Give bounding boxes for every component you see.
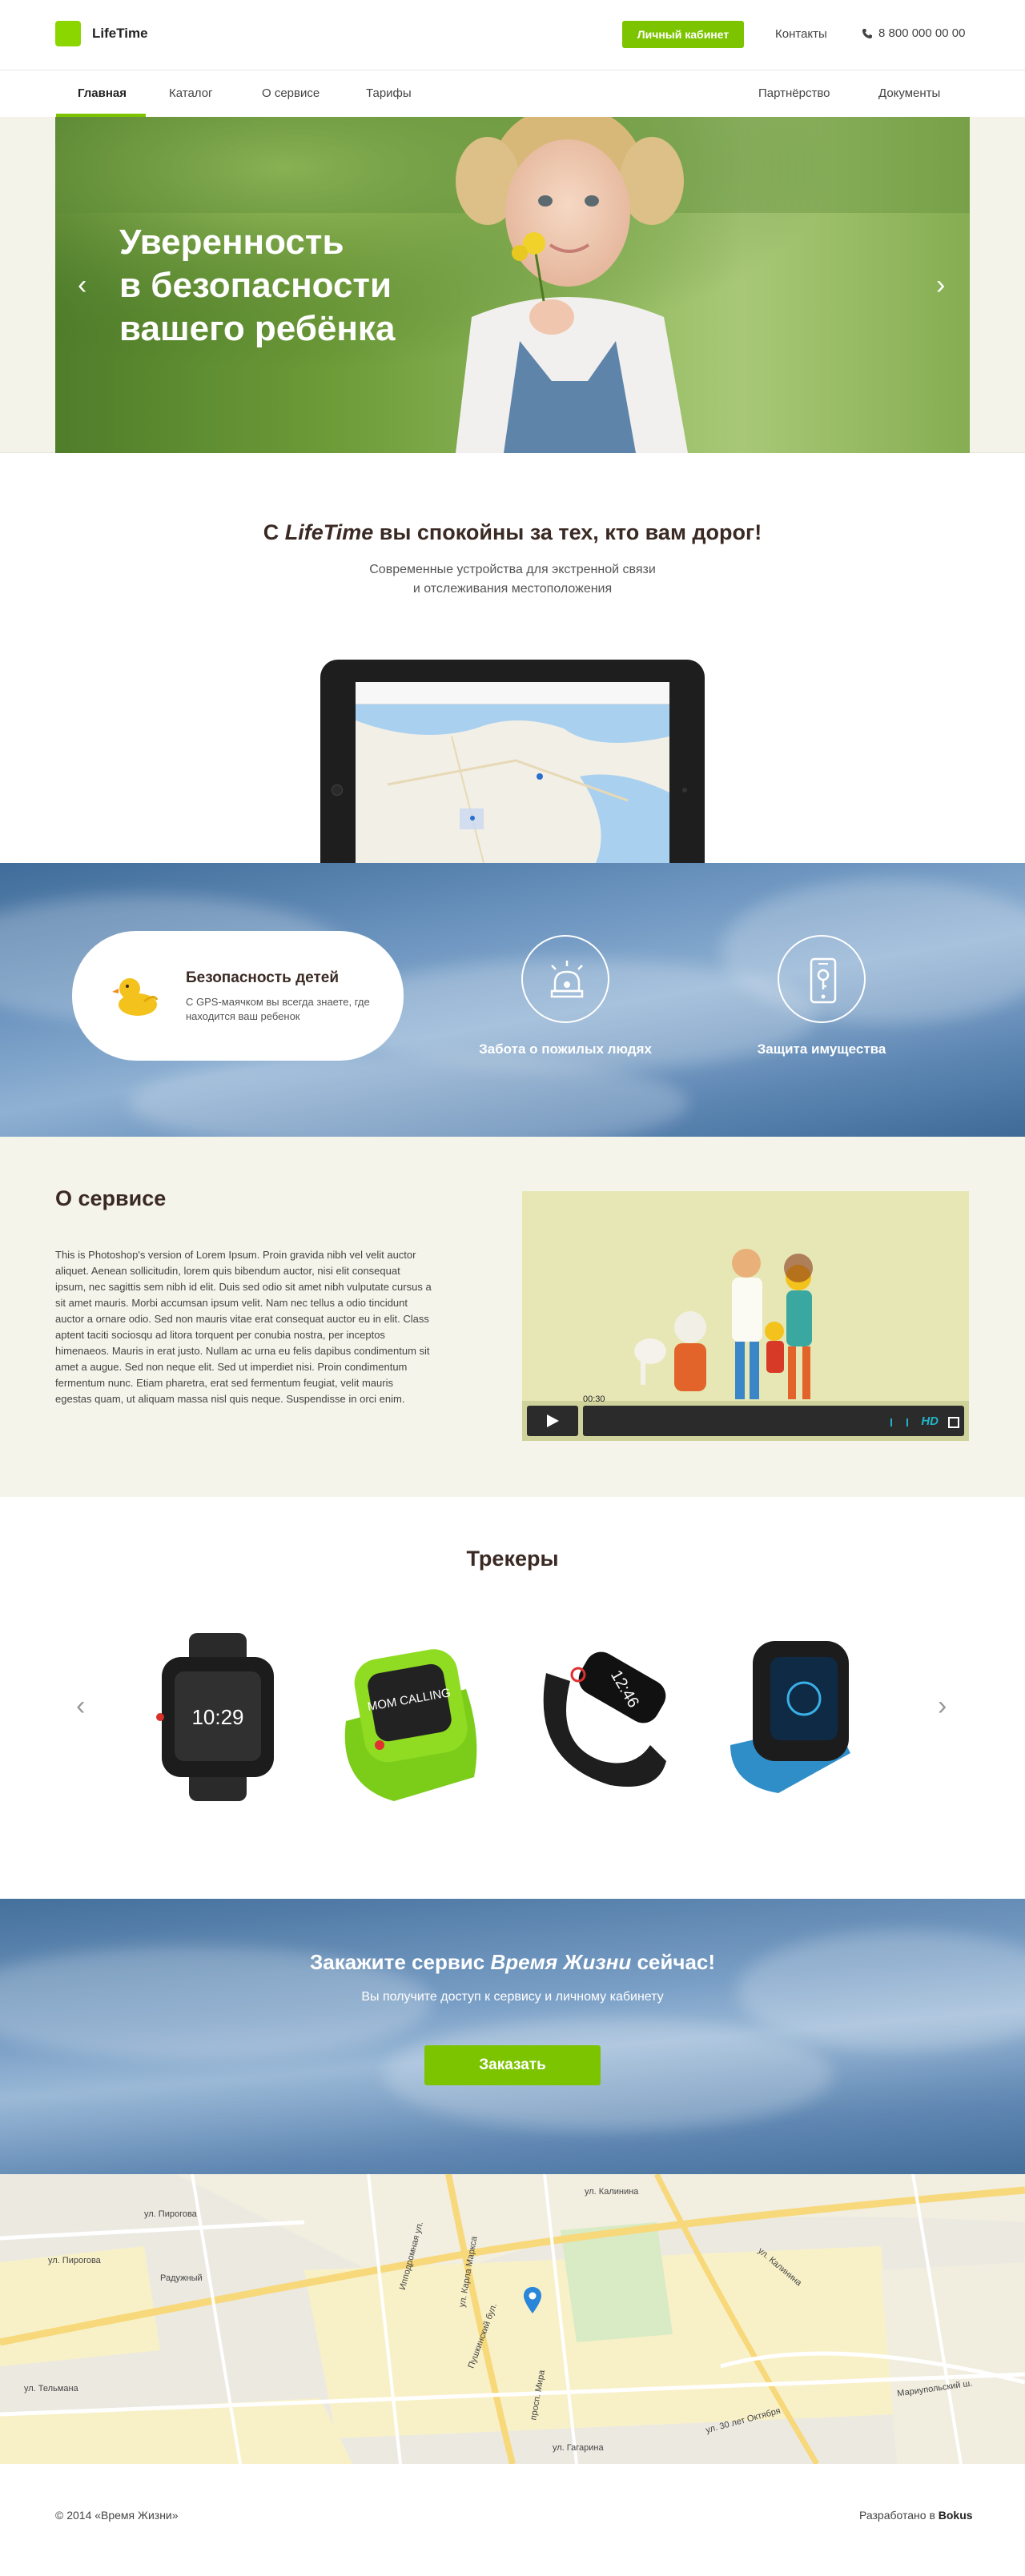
tracker-item[interactable]: 10:29 [138,1625,298,1809]
main-nav: Главная Каталог О сервисе Тарифы Партнёр… [0,70,1025,117]
brand-name: LifeTime [92,26,148,41]
map-street-label: ул. Калинина [585,2187,639,2197]
intro-subtitle-line: Современные устройства для экстренной св… [369,563,656,576]
tracker-screen-text: 10:29 [191,1705,243,1729]
cta-title-prefix: Закажите сервис [309,1950,491,1974]
tracker-band-image: 12:46 [543,1651,666,1787]
phone-icon [862,28,872,38]
tablet-app-bar [356,682,669,704]
nav-item-home[interactable]: Главная [78,70,127,117]
developer-link[interactable]: Bokus [939,2509,973,2522]
tablet-map-image [356,704,669,863]
hero-slider: Уверенность в безопасности вашего ребёнк… [55,117,970,453]
trackers-prev-arrow-icon[interactable]: ‹ [76,1691,85,1722]
nav-item-catalog[interactable]: Каталог [169,70,213,117]
hero-title: Уверенность в безопасности вашего ребёнк… [119,221,456,351]
map-street-label: ул. Пирогова [144,2209,197,2219]
tablet-camera [332,784,343,796]
cta-title-suffix: сейчас! [631,1950,716,1974]
intro-subtitle: Современные устройства для экстренной св… [352,560,673,599]
hd-toggle[interactable]: HD [921,1414,939,1428]
phone-number[interactable]: 8 800 000 00 00 [862,26,965,40]
map-street-label: ул. Гагарина [553,2443,604,2453]
video-play-button[interactable] [527,1406,578,1436]
cta-title-brand: Время Жизни [490,1950,632,1974]
intro-subtitle-line: и отслеживания местоположения [412,582,613,596]
feature-card-title: Безопасность детей [186,969,340,986]
header: LifeTime Личный кабинет Контакты 8 800 0… [0,0,1025,70]
cta-section [0,1899,1025,2174]
intro-title-prefix: С [263,520,285,544]
logo[interactable]: LifeTime [55,21,148,46]
map-street-label: ул. Тельмана [24,2384,78,2393]
tracker-item[interactable] [714,1625,874,1809]
tablet-map-screen [356,682,669,863]
tracker-item[interactable]: 12:46 [522,1625,682,1809]
contacts-link[interactable]: Контакты [775,27,827,41]
tablet-button [682,788,687,792]
personal-cabinet-button[interactable]: Личный кабинет [622,21,744,48]
order-button[interactable]: Заказать [424,2045,601,2085]
map-pin-icon[interactable] [522,2286,543,2315]
footer-developer: Разработано в Bokus [859,2509,973,2522]
siren-icon[interactable] [521,935,609,1023]
tracker-item[interactable]: MOM CALLING [330,1625,490,1809]
feature-card-child-safety[interactable]: Безопасность детей С GPS-маячком вы всег… [72,931,404,1061]
hero-prev-arrow-icon[interactable]: ‹ [78,271,86,299]
map-district-label: Радужный [160,2273,203,2283]
map[interactable]: ул. Пирогова ул. Пирогова Радужный ул. К… [0,2174,1025,2464]
nav-item-partnership[interactable]: Партнёрство [758,70,830,117]
tracker-black-watch-image: 10:29 [156,1633,274,1801]
fullscreen-icon[interactable] [948,1417,959,1428]
phone-text: 8 800 000 00 00 [878,26,966,40]
intro-title-suffix: вы спокойны за тех, кто вам дорог! [373,520,762,544]
nav-item-documents[interactable]: Документы [878,70,940,117]
feature-label-elderly: Забота о пожилых людях [479,1041,652,1057]
nav-item-about[interactable]: О сервисе [262,70,320,117]
tracker-green-watch-image: MOM CALLING [344,1649,477,1801]
tracker-sport-watch-image [730,1641,850,1793]
footer-developed-prefix: Разработано в [859,2509,939,2522]
nav-item-tariffs[interactable]: Тарифы [366,70,412,117]
duck-icon [112,978,159,1016]
phone-key-icon[interactable] [778,935,866,1023]
video-time: 00:30 [583,1394,605,1404]
video-player[interactable]: 00:30 HD [522,1191,969,1441]
map-street-label: ул. Пирогова [48,2256,101,2265]
hero-title-line: Уверенность [119,223,344,262]
hero-title-line: в безопасности [119,266,392,305]
hero-title-line: вашего ребёнка [119,309,396,348]
logo-mark-icon [55,21,81,46]
about-text: This is Photoshop's version of Lorem Ips… [55,1249,432,1405]
feature-label-property: Защита имущества [757,1041,886,1057]
cta-title: Закажите сервис Время Жизни сейчас! [0,1950,1025,1975]
intro-title: С LifeTime вы спокойны за тех, кто вам д… [0,520,1025,545]
trackers-title: Трекеры [466,1547,559,1571]
footer-copyright: © 2014 «Время Жизни» [55,2509,179,2522]
hero-next-arrow-icon[interactable]: › [936,271,945,299]
feature-card-text: С GPS-маячком вы всегда знаете, где нахо… [186,996,370,1022]
trackers-next-arrow-icon[interactable]: › [938,1691,947,1722]
intro-title-brand: LifeTime [284,520,374,544]
tablet-device [320,660,705,863]
volume-icon[interactable] [890,1418,908,1426]
cta-subtitle: Вы получите доступ к сервису и личному к… [361,1990,664,2004]
about-title: О сервисе [55,1186,167,1210]
